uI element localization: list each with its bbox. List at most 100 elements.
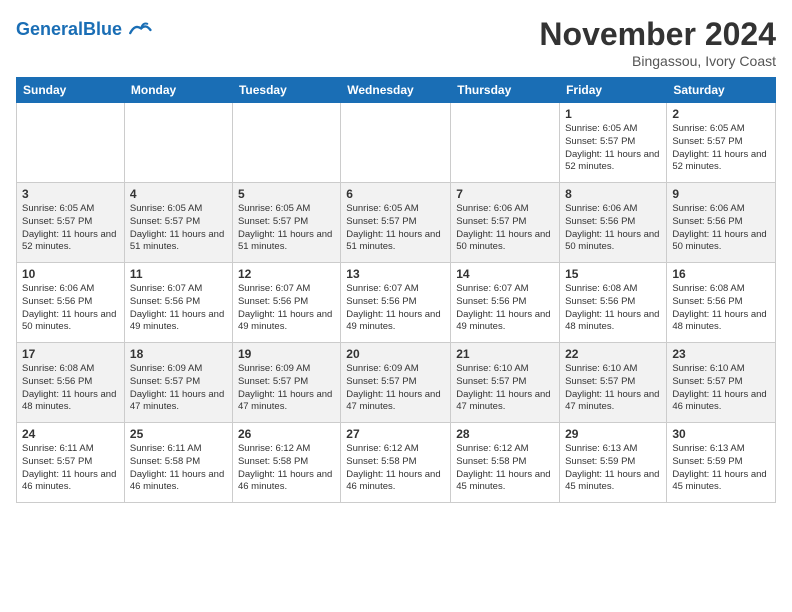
calendar-header-row: Sunday Monday Tuesday Wednesday Thursday… [17, 78, 776, 103]
day-info: Sunrise: 6:07 AM Sunset: 5:56 PM Dayligh… [346, 283, 445, 334]
col-monday: Monday [124, 78, 232, 103]
table-row: 7Sunrise: 6:06 AM Sunset: 5:57 PM Daylig… [451, 183, 560, 263]
day-number: 21 [456, 347, 554, 361]
col-tuesday: Tuesday [232, 78, 340, 103]
day-number: 28 [456, 427, 554, 441]
day-info: Sunrise: 6:05 AM Sunset: 5:57 PM Dayligh… [238, 203, 335, 254]
logo-general: General [16, 19, 83, 39]
day-info: Sunrise: 6:05 AM Sunset: 5:57 PM Dayligh… [130, 203, 227, 254]
table-row: 14 Sunrise: 6:07 AM Sunset: 5:56 PM Dayli… [451, 263, 560, 343]
table-row: 15 Sunrise: 6:08 AM Sunset: 5:56 PM Dayli… [560, 263, 667, 343]
day-info: Sunrise: 6:11 AM Sunset: 5:57 PM Dayligh… [22, 443, 119, 494]
day-number: 16 [672, 267, 770, 281]
day-number: 2 [672, 107, 770, 121]
col-thursday: Thursday [451, 78, 560, 103]
day-number: 1 [565, 107, 661, 121]
day-info: Sunrise: 6:08 AM Sunset: 5:56 PM Dayligh… [565, 283, 661, 334]
table-row: 3Sunrise: 6:05 AM Sunset: 5:57 PM Daylig… [17, 183, 125, 263]
day-info: Sunrise: 6:05 AM Sunset: 5:57 PM Dayligh… [346, 203, 445, 254]
day-info: Sunrise: 6:09 AM Sunset: 5:57 PM Dayligh… [238, 363, 335, 414]
day-number: 7 [456, 187, 554, 201]
table-row: 9 Sunrise: 6:06 AM Sunset: 5:56 PM Daylig… [667, 183, 776, 263]
day-number: 17 [22, 347, 119, 361]
table-row [232, 103, 340, 183]
table-row: 27 Sunrise: 6:12 AM Sunset: 5:58 PM Dayli… [341, 423, 451, 503]
table-row: 13 Sunrise: 6:07 AM Sunset: 5:56 PM Dayli… [341, 263, 451, 343]
day-number: 24 [22, 427, 119, 441]
day-info: Sunrise: 6:08 AM Sunset: 5:56 PM Dayligh… [672, 283, 770, 334]
location: Bingassou, Ivory Coast [539, 53, 776, 69]
day-info: Sunrise: 6:09 AM Sunset: 5:57 PM Dayligh… [130, 363, 227, 414]
table-row: 30 Sunrise: 6:13 AM Sunset: 5:59 PM Dayli… [667, 423, 776, 503]
day-number: 22 [565, 347, 661, 361]
calendar-week-row: 17 Sunrise: 6:08 AM Sunset: 5:56 PM Dayli… [17, 343, 776, 423]
logo: GeneralBlue [16, 16, 152, 44]
day-info: Sunrise: 6:11 AM Sunset: 5:58 PM Dayligh… [130, 443, 227, 494]
day-number: 9 [672, 187, 770, 201]
day-info: Sunrise: 6:05 AM Sunset: 5:57 PM Dayligh… [22, 203, 119, 254]
day-number: 19 [238, 347, 335, 361]
day-number: 30 [672, 427, 770, 441]
day-number: 6 [346, 187, 445, 201]
title-block: November 2024 Bingassou, Ivory Coast [539, 16, 776, 69]
day-number: 10 [22, 267, 119, 281]
day-info: Sunrise: 6:10 AM Sunset: 5:57 PM Dayligh… [456, 363, 554, 414]
day-number: 8 [565, 187, 661, 201]
table-row: 21 Sunrise: 6:10 AM Sunset: 5:57 PM Dayli… [451, 343, 560, 423]
day-info: Sunrise: 6:06 AM Sunset: 5:56 PM Dayligh… [565, 203, 661, 254]
table-row [17, 103, 125, 183]
table-row: 18 Sunrise: 6:09 AM Sunset: 5:57 PM Dayli… [124, 343, 232, 423]
table-row: 28Sunrise: 6:12 AM Sunset: 5:58 PM Dayli… [451, 423, 560, 503]
day-number: 25 [130, 427, 227, 441]
col-sunday: Sunday [17, 78, 125, 103]
day-number: 20 [346, 347, 445, 361]
table-row: 17 Sunrise: 6:08 AM Sunset: 5:56 PM Dayli… [17, 343, 125, 423]
day-info: Sunrise: 6:06 AM Sunset: 5:56 PM Dayligh… [672, 203, 770, 254]
day-number: 23 [672, 347, 770, 361]
table-row: 26 Sunrise: 6:12 AM Sunset: 5:58 PM Dayli… [232, 423, 340, 503]
col-saturday: Saturday [667, 78, 776, 103]
calendar-week-row: 1 Sunrise: 6:05 AM Sunset: 5:57 PM Daylig… [17, 103, 776, 183]
day-info: Sunrise: 6:07 AM Sunset: 5:56 PM Dayligh… [456, 283, 554, 334]
logo-text: GeneralBlue [16, 20, 122, 40]
day-info: Sunrise: 6:06 AM Sunset: 5:56 PM Dayligh… [22, 283, 119, 334]
table-row: 16 Sunrise: 6:08 AM Sunset: 5:56 PM Dayli… [667, 263, 776, 343]
day-info: Sunrise: 6:10 AM Sunset: 5:57 PM Dayligh… [672, 363, 770, 414]
day-number: 4 [130, 187, 227, 201]
col-wednesday: Wednesday [341, 78, 451, 103]
table-row: 6 Sunrise: 6:05 AM Sunset: 5:57 PM Daylig… [341, 183, 451, 263]
calendar: Sunday Monday Tuesday Wednesday Thursday… [16, 77, 776, 503]
day-info: Sunrise: 6:08 AM Sunset: 5:56 PM Dayligh… [22, 363, 119, 414]
day-info: Sunrise: 6:10 AM Sunset: 5:57 PM Dayligh… [565, 363, 661, 414]
day-number: 14 [456, 267, 554, 281]
day-number: 18 [130, 347, 227, 361]
table-row: 12Sunrise: 6:07 AM Sunset: 5:56 PM Dayli… [232, 263, 340, 343]
day-number: 26 [238, 427, 335, 441]
table-row: 24 Sunrise: 6:11 AM Sunset: 5:57 PM Dayli… [17, 423, 125, 503]
day-info: Sunrise: 6:13 AM Sunset: 5:59 PM Dayligh… [672, 443, 770, 494]
day-info: Sunrise: 6:12 AM Sunset: 5:58 PM Dayligh… [346, 443, 445, 494]
table-row [341, 103, 451, 183]
day-info: Sunrise: 6:05 AM Sunset: 5:57 PM Dayligh… [672, 123, 770, 174]
day-number: 5 [238, 187, 335, 201]
table-row [124, 103, 232, 183]
table-row: 29Sunrise: 6:13 AM Sunset: 5:59 PM Dayli… [560, 423, 667, 503]
calendar-week-row: 10 Sunrise: 6:06 AM Sunset: 5:56 PM Dayli… [17, 263, 776, 343]
day-info: Sunrise: 6:12 AM Sunset: 5:58 PM Dayligh… [238, 443, 335, 494]
table-row: 19 Sunrise: 6:09 AM Sunset: 5:57 PM Dayli… [232, 343, 340, 423]
day-info: Sunrise: 6:07 AM Sunset: 5:56 PM Dayligh… [130, 283, 227, 334]
col-friday: Friday [560, 78, 667, 103]
day-info: Sunrise: 6:05 AM Sunset: 5:57 PM Dayligh… [565, 123, 661, 174]
day-number: 13 [346, 267, 445, 281]
table-row: 25 Sunrise: 6:11 AM Sunset: 5:58 PM Dayli… [124, 423, 232, 503]
logo-icon [124, 16, 152, 44]
table-row: 23 Sunrise: 6:10 AM Sunset: 5:57 PM Dayli… [667, 343, 776, 423]
table-row: 4 Sunrise: 6:05 AM Sunset: 5:57 PM Daylig… [124, 183, 232, 263]
table-row: 20Sunrise: 6:09 AM Sunset: 5:57 PM Dayli… [341, 343, 451, 423]
day-number: 27 [346, 427, 445, 441]
logo-blue: Blue [83, 19, 122, 39]
header: GeneralBlue November 2024 Bingassou, Ivo… [16, 16, 776, 69]
calendar-week-row: 24 Sunrise: 6:11 AM Sunset: 5:57 PM Dayli… [17, 423, 776, 503]
day-number: 15 [565, 267, 661, 281]
calendar-week-row: 3Sunrise: 6:05 AM Sunset: 5:57 PM Daylig… [17, 183, 776, 263]
